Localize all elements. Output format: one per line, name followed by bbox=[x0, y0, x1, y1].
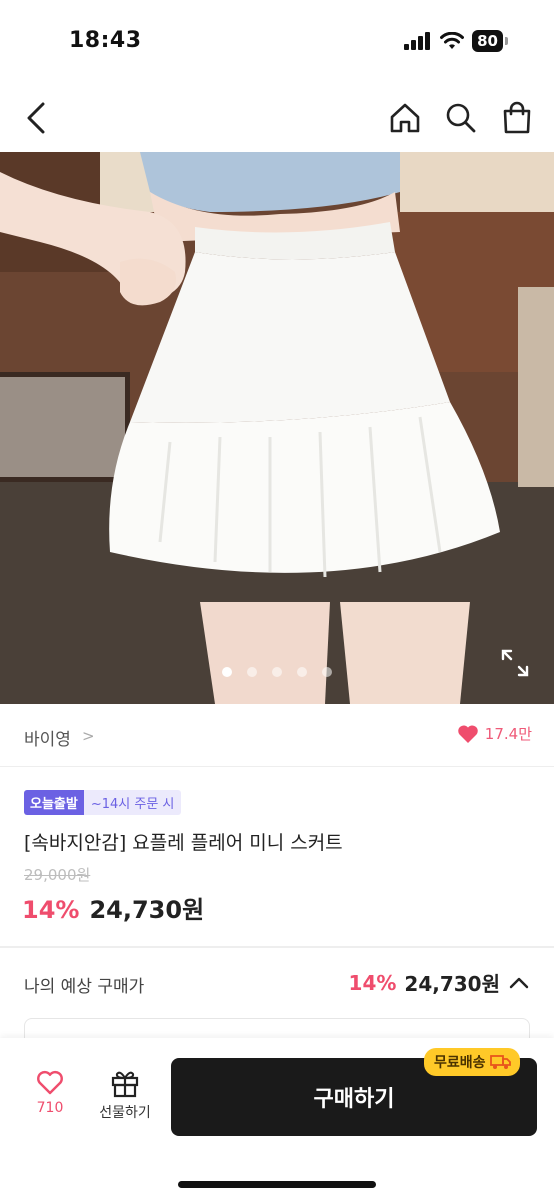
pagination-dot[interactable] bbox=[272, 667, 282, 677]
product-photo bbox=[0, 152, 554, 704]
original-price: 29,000원 bbox=[24, 866, 91, 884]
gift-icon bbox=[111, 1071, 139, 1098]
home-icon bbox=[390, 103, 420, 133]
chevron-up-icon[interactable] bbox=[508, 976, 530, 990]
chevron-left-icon bbox=[27, 102, 45, 134]
heart-outline-icon bbox=[37, 1070, 63, 1095]
free-shipping-badge: 무료배송 bbox=[424, 1048, 520, 1076]
gallery-pagination bbox=[222, 667, 332, 677]
expected-price-toggle[interactable]: 나의 예상 구매가 14% 24,730원 bbox=[0, 948, 554, 1016]
sale-price: 24,730원 bbox=[89, 896, 205, 924]
delivery-badges: 오늘출발 ~14시 주문 시 bbox=[24, 790, 182, 815]
seller-row[interactable]: 바이영 > 17.4만 bbox=[0, 705, 554, 767]
order-cutoff-badge: ~14시 주문 시 bbox=[83, 790, 182, 815]
expand-icon bbox=[501, 649, 529, 677]
expected-price: 24,730원 bbox=[404, 972, 500, 996]
nav-bar bbox=[0, 90, 554, 146]
search-button[interactable] bbox=[442, 98, 480, 138]
shopping-bag-icon bbox=[503, 101, 531, 134]
pagination-dot[interactable] bbox=[322, 667, 332, 677]
battery-indicator: 80 bbox=[472, 30, 508, 52]
wishlist-button[interactable]: 710 bbox=[22, 1070, 78, 1130]
battery-tip bbox=[505, 37, 508, 45]
cart-button[interactable] bbox=[498, 98, 536, 138]
likes-count: 17.4만 bbox=[484, 725, 532, 743]
chevron-right-icon: > bbox=[82, 727, 95, 745]
gift-button[interactable]: 선물하기 bbox=[92, 1068, 158, 1130]
status-bar: 18:43 80 bbox=[0, 0, 554, 80]
nav-actions bbox=[386, 98, 536, 138]
wifi-icon bbox=[440, 32, 465, 49]
pagination-dot[interactable] bbox=[297, 667, 307, 677]
battery-level: 80 bbox=[472, 30, 503, 52]
product-info: 오늘출발 ~14시 주문 시 [속바지안감] 요플레 플레어 미니 스커트 29… bbox=[0, 768, 554, 946]
expand-image-button[interactable] bbox=[500, 648, 530, 678]
likes-button[interactable]: 17.4만 bbox=[457, 723, 532, 744]
truck-icon bbox=[489, 1055, 511, 1069]
pagination-dot[interactable] bbox=[222, 667, 232, 677]
expected-discount: 14% bbox=[348, 970, 397, 995]
wishlist-count: 710 bbox=[36, 1100, 64, 1116]
search-icon bbox=[446, 103, 476, 133]
home-button[interactable] bbox=[386, 98, 424, 138]
gift-label: 선물하기 bbox=[99, 1105, 151, 1121]
buy-label: 구매하기 bbox=[313, 1087, 395, 1112]
heart-icon bbox=[458, 724, 478, 743]
expected-price-label: 나의 예상 구매가 bbox=[24, 977, 145, 997]
price-row: 14% 24,730원 bbox=[22, 890, 204, 925]
status-time: 18:43 bbox=[69, 28, 142, 53]
product-image-gallery[interactable] bbox=[0, 152, 554, 704]
back-button[interactable] bbox=[18, 98, 54, 138]
signal-icon bbox=[404, 32, 431, 50]
expected-price-value: 14% 24,730원 bbox=[349, 968, 530, 997]
free-shipping-label: 무료배송 bbox=[434, 1055, 486, 1071]
discount-rate: 14% bbox=[22, 896, 80, 924]
pagination-dot[interactable] bbox=[247, 667, 257, 677]
product-title: [속바지안감] 요플레 플레어 미니 스커트 bbox=[24, 832, 343, 854]
seller-name[interactable]: 바이영 bbox=[24, 725, 71, 750]
home-indicator bbox=[178, 1181, 376, 1188]
bottom-action-bar: 710 선물하기 구매하기 무료배송 bbox=[0, 1038, 554, 1200]
status-icons: 80 bbox=[404, 30, 508, 52]
same-day-shipping-badge: 오늘출발 bbox=[24, 790, 84, 815]
